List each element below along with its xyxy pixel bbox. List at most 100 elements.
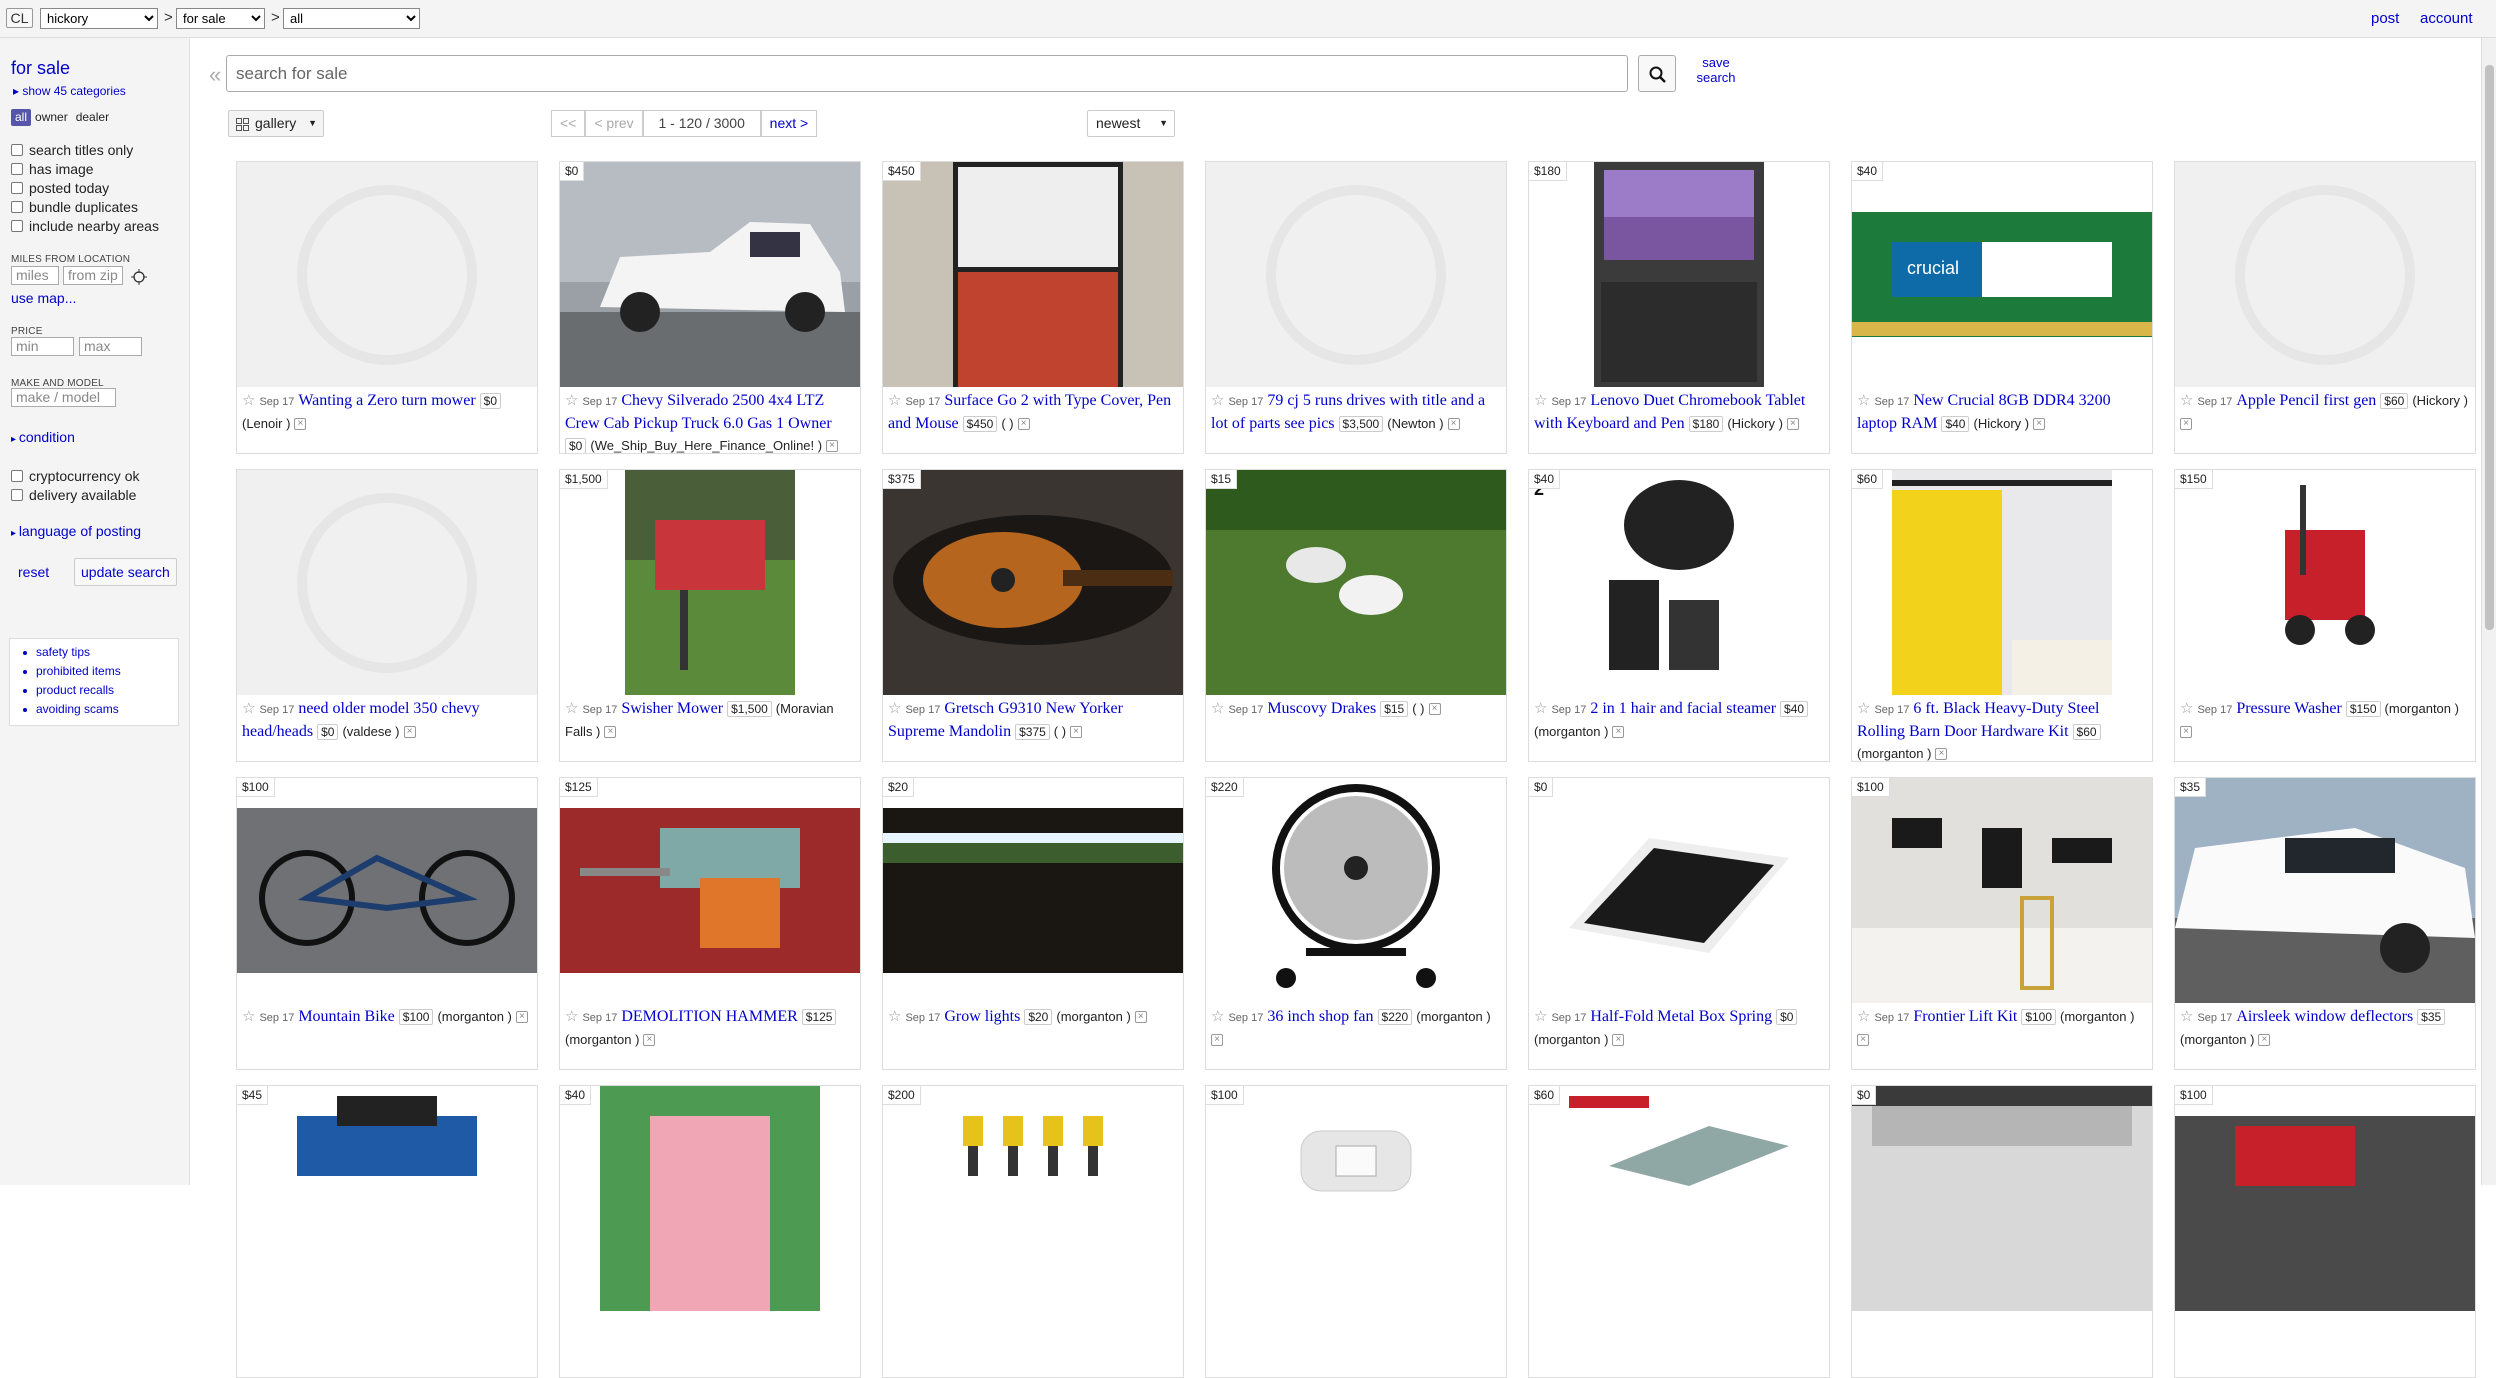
listing-card[interactable]: $40 xyxy=(559,1085,861,1378)
hide-listing-icon[interactable]: × xyxy=(2180,418,2192,431)
listing-card[interactable]: $0 xyxy=(1851,1085,2153,1378)
hide-listing-icon[interactable]: × xyxy=(1447,418,1460,431)
listing-card[interactable]: $35 ☆ Sep 17 Airsleek window deflectors $3… xyxy=(2174,777,2476,1070)
account-link[interactable]: account xyxy=(2420,10,2473,27)
scrollbar-thumb[interactable] xyxy=(2485,65,2494,630)
hide-listing-icon[interactable]: × xyxy=(1612,726,1625,739)
listing-card[interactable]: $125 ☆ Sep 17 DEMOLITION HAMMER $125 (morg… xyxy=(559,777,861,1070)
listing-image[interactable] xyxy=(1852,1086,2152,1311)
listing-image[interactable] xyxy=(237,162,537,387)
listing-image[interactable] xyxy=(1206,470,1506,695)
listing-image[interactable] xyxy=(2175,162,2475,387)
listing-card[interactable]: $20 ☆ Sep 17 Grow lights $20 (morganton ) … xyxy=(882,777,1184,1070)
sidebar-title[interactable]: for sale xyxy=(11,58,70,79)
filter-bundle-duplicates[interactable]: bundle duplicates xyxy=(11,199,138,215)
category-select[interactable]: all xyxy=(283,8,420,29)
favorite-star-icon[interactable]: ☆ xyxy=(1857,1007,1870,1025)
listing-title[interactable]: Airsleek window deflectors xyxy=(2236,1008,2413,1025)
listing-image[interactable] xyxy=(560,778,860,1003)
favorite-star-icon[interactable]: ☆ xyxy=(888,699,901,717)
toggle-all[interactable]: all xyxy=(11,109,32,126)
checkbox[interactable] xyxy=(11,489,23,501)
listing-card[interactable]: $100 xyxy=(2174,1085,2476,1378)
hide-listing-icon[interactable]: × xyxy=(294,418,307,431)
listing-image[interactable] xyxy=(237,778,537,1003)
hide-listing-icon[interactable]: × xyxy=(643,1034,656,1047)
favorite-star-icon[interactable]: ☆ xyxy=(565,699,578,717)
listing-image[interactable] xyxy=(2175,470,2475,695)
listing-card[interactable]: $1,500 ☆ Sep 17 Swisher Mower $1,500 (Mora… xyxy=(559,469,861,762)
listing-card[interactable]: ☆ Sep 17 need older model 350 chevy head/… xyxy=(236,469,538,762)
post-link[interactable]: post xyxy=(2371,10,2399,27)
listing-image[interactable] xyxy=(1852,470,2152,695)
listing-card[interactable]: $15 ☆ Sep 17 Muscovy Drakes $15 ( ) × xyxy=(1205,469,1507,762)
listing-title[interactable]: Pressure Washer xyxy=(2236,700,2342,717)
listing-image[interactable] xyxy=(1206,778,1506,1003)
checkbox[interactable] xyxy=(11,144,23,156)
listing-card[interactable]: $450 ☆ Sep 17 Surface Go 2 with Type Cover… xyxy=(882,161,1184,454)
checkbox[interactable] xyxy=(11,201,23,213)
favorite-star-icon[interactable]: ☆ xyxy=(242,391,255,409)
miles-input[interactable]: miles xyxy=(11,266,59,285)
listing-image[interactable] xyxy=(560,1086,860,1311)
listing-card[interactable]: $150 ☆ Sep 17 Pressure Washer $150 (morgan… xyxy=(2174,469,2476,762)
listing-image[interactable] xyxy=(2175,778,2475,1003)
hide-listing-icon[interactable]: × xyxy=(1935,748,1948,761)
listing-image[interactable] xyxy=(560,162,860,387)
listing-card[interactable]: $0 ☆ Sep 17 Half-Fold Metal Box Spring $0 … xyxy=(1528,777,1830,1070)
condition-toggle[interactable]: ▸ condition xyxy=(11,429,75,445)
listing-image[interactable] xyxy=(237,470,537,695)
scrollbar[interactable] xyxy=(2481,38,2496,1185)
listing-card[interactable]: $60 xyxy=(1528,1085,1830,1378)
hide-listing-icon[interactable]: × xyxy=(1017,418,1030,431)
checkbox[interactable] xyxy=(11,182,23,194)
listing-image[interactable] xyxy=(883,1086,1183,1311)
listing-card[interactable]: $0 ☆ Sep 17 Chevy Silverado 2500 4x4 LTZ C… xyxy=(559,161,861,454)
max-price-input[interactable]: max xyxy=(79,337,142,356)
listing-title[interactable]: Mountain Bike xyxy=(298,1008,394,1025)
listing-card[interactable]: $375 ☆ Sep 17 Gretsch G9310 New Yorker Sup… xyxy=(882,469,1184,762)
prev-page-button[interactable]: < prev xyxy=(585,110,643,137)
listing-image[interactable] xyxy=(1529,778,1829,1003)
hide-listing-icon[interactable]: × xyxy=(1857,1034,1869,1047)
listing-image[interactable] xyxy=(1529,162,1829,387)
collapse-sidebar-icon[interactable]: « xyxy=(209,62,221,88)
listing-card[interactable]: $45 xyxy=(236,1085,538,1378)
favorite-star-icon[interactable]: ☆ xyxy=(1534,699,1547,717)
next-page-button[interactable]: next > xyxy=(760,110,818,137)
hide-listing-icon[interactable]: × xyxy=(1428,703,1441,716)
prohibited-items-link[interactable]: prohibited items xyxy=(36,664,121,678)
hide-listing-icon[interactable]: × xyxy=(403,726,416,739)
favorite-star-icon[interactable]: ☆ xyxy=(242,699,255,717)
favorite-star-icon[interactable]: ☆ xyxy=(1211,1007,1224,1025)
listing-image[interactable] xyxy=(883,162,1183,387)
listing-title[interactable]: Half-Fold Metal Box Spring xyxy=(1590,1008,1772,1025)
listing-title[interactable]: DEMOLITION HAMMER xyxy=(621,1008,797,1025)
listing-card[interactable]: $220 ☆ Sep 17 36 inch shop fan $220 (morga… xyxy=(1205,777,1507,1070)
listing-card[interactable]: $100 xyxy=(1205,1085,1507,1378)
listing-image[interactable] xyxy=(1206,1086,1506,1311)
listing-image[interactable] xyxy=(2175,1086,2475,1311)
favorite-star-icon[interactable]: ☆ xyxy=(1534,391,1547,409)
listing-title[interactable]: Grow lights xyxy=(944,1008,1020,1025)
zip-input[interactable]: from zip xyxy=(63,266,123,285)
favorite-star-icon[interactable]: ☆ xyxy=(565,1007,578,1025)
search-input[interactable]: search for sale xyxy=(226,55,1628,92)
listing-card[interactable]: $200 xyxy=(882,1085,1184,1378)
checkbox[interactable] xyxy=(11,220,23,232)
filter-delivery[interactable]: delivery available xyxy=(11,487,136,503)
craigslist-logo[interactable]: CL xyxy=(6,8,33,28)
filter-search-titles[interactable]: search titles only xyxy=(11,142,133,158)
use-map-link[interactable]: use map... xyxy=(11,290,76,306)
hide-listing-icon[interactable]: × xyxy=(1211,1034,1223,1047)
listing-title[interactable]: 2 in 1 hair and facial steamer xyxy=(1590,700,1776,717)
listing-card[interactable]: ☆ Sep 17 Wanting a Zero turn mower $0 (Le… xyxy=(236,161,538,454)
view-mode-dropdown[interactable]: gallery ▼ xyxy=(228,110,324,137)
listing-title[interactable]: Swisher Mower xyxy=(621,700,723,717)
listing-card[interactable]: $100 ☆ Sep 17 Frontier Lift Kit $100 (morg… xyxy=(1851,777,2153,1070)
hide-listing-icon[interactable]: × xyxy=(1070,726,1083,739)
location-select[interactable]: hickory xyxy=(40,8,158,29)
product-recalls-link[interactable]: product recalls xyxy=(36,683,114,697)
favorite-star-icon[interactable]: ☆ xyxy=(888,391,901,409)
listing-title[interactable]: Apple Pencil first gen xyxy=(2236,392,2376,409)
